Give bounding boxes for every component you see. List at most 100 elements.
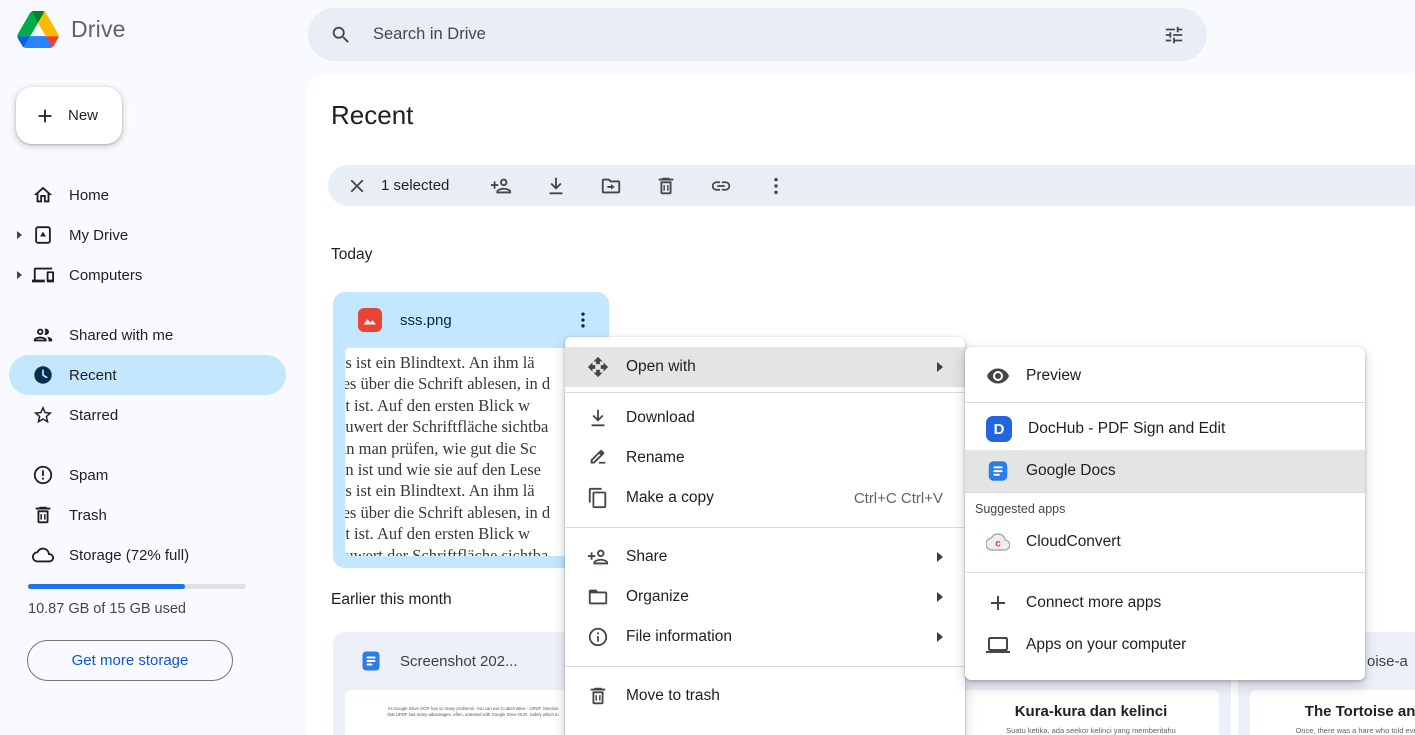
trash-button[interactable] [638,166,693,206]
submenu-item-cloudconvert[interactable]: c CloudConvert [965,521,1365,563]
menu-separator [965,572,1365,573]
file-thumbnail: Kura-kura dan kelinci Suatu ketika, ada … [963,690,1219,735]
submenu-item-dochub[interactable]: D DocHub - PDF Sign and Edit [965,408,1365,450]
sidebar-item-label: Trash [69,507,107,524]
file-thumbnail: As Google Drive OCR has so many problems… [345,690,601,735]
new-button-label: New [68,107,98,124]
selection-toolbar: 1 selected [328,165,1415,206]
folder-move-icon [600,175,622,197]
menu-item-file-information[interactable]: File information [565,617,965,657]
download-icon [586,406,610,430]
submenu-item-preview[interactable]: Preview [965,355,1365,397]
submenu-arrow-icon [937,632,943,642]
laptop-icon [986,633,1010,657]
clock-icon [32,364,54,386]
people-icon [32,324,54,346]
get-more-storage-button[interactable]: Get more storage [27,640,233,681]
trash-icon [655,175,677,197]
move-button[interactable] [583,166,638,206]
sidebar-item-label: Shared with me [69,327,173,344]
section-earlier-this-month: Earlier this month [331,591,452,609]
sidebar-item-label: My Drive [69,227,128,244]
more-actions-button[interactable] [748,166,803,206]
folder-open-icon [586,585,610,609]
menu-item-organize[interactable]: Organize [565,577,965,617]
sidebar-nav-system: Spam Trash Storage (72% full) [9,455,286,575]
plus-icon [986,591,1010,615]
search-icon[interactable] [330,24,352,46]
sidebar-item-starred[interactable]: Starred [9,395,286,435]
trash-icon [32,504,54,526]
sidebar-item-computers[interactable]: Computers [9,255,286,295]
submenu-item-connect-more-apps[interactable]: Connect more apps [965,582,1365,624]
drive-logo-icon [17,11,59,48]
sidebar-item-trash[interactable]: Trash [9,495,286,535]
menu-separator [565,527,965,528]
sidebar-nav-primary: Home My Drive Computers [9,175,286,295]
download-icon [545,175,567,197]
download-button[interactable] [528,166,583,206]
link-icon [710,175,732,197]
file-thumbnail: The Tortoise and the Once, there was a h… [1250,690,1415,735]
menu-separator [565,392,965,393]
submenu-arrow-icon [937,552,943,562]
submenu-item-google-docs[interactable]: Google Docs [965,450,1365,492]
shortcut-label: Ctrl+C Ctrl+V [854,490,943,507]
menu-separator [965,492,1365,493]
submenu-item-apps-on-your-computer[interactable]: Apps on your computer [965,624,1365,666]
sidebar-item-label: Recent [69,367,117,384]
new-button[interactable]: New [16,87,122,144]
plus-icon [34,105,56,127]
get-link-button[interactable] [693,166,748,206]
image-file-icon [357,307,383,333]
sidebar-item-storage[interactable]: Storage (72% full) [9,535,286,575]
copy-icon [586,486,610,510]
close-icon [346,175,368,197]
selected-count: 1 selected [381,177,449,194]
app-title: Drive [71,16,126,43]
submenu-arrow-icon [937,592,943,602]
context-menu: Open with Download Rename Make a copy Ct… [565,337,965,735]
eye-icon [986,364,1010,388]
expand-chevron-icon[interactable] [17,271,22,279]
person-add-icon [490,175,512,197]
search-input[interactable] [371,24,1163,45]
menu-separator [565,666,965,667]
file-name: Screenshot 202... [400,653,518,670]
menu-item-open-with[interactable]: Open with [565,347,965,387]
clear-selection-button[interactable] [339,168,375,204]
sidebar-item-home[interactable]: Home [9,175,286,215]
sidebar-item-recent[interactable]: Recent [9,355,286,395]
docs-file-icon [359,649,383,673]
sidebar-item-spam[interactable]: Spam [9,455,286,495]
sidebar-item-label: Starred [69,407,118,424]
expand-chevron-icon[interactable] [17,231,22,239]
sidebar-item-my-drive[interactable]: My Drive [9,215,286,255]
my-drive-icon [32,224,54,246]
storage-usage-text: 10.87 GB of 15 GB used [28,601,186,617]
computers-icon [32,264,54,286]
cloudconvert-icon: c [986,530,1010,554]
file-name-fragment: oise-a [1367,653,1408,670]
page-title: Recent [331,100,413,131]
trash-icon [586,684,610,708]
search-filters-icon[interactable] [1163,24,1185,46]
sidebar-nav-shared: Shared with me Recent Starred [9,315,286,435]
star-icon [32,404,54,426]
menu-item-make-a-copy[interactable]: Make a copy Ctrl+C Ctrl+V [565,478,965,518]
sidebar-item-shared-with-me[interactable]: Shared with me [9,315,286,355]
rename-pencil-icon [586,446,610,470]
menu-item-share[interactable]: Share [565,537,965,577]
kebab-icon [765,175,787,197]
open-with-submenu: Preview D DocHub - PDF Sign and Edit Goo… [965,347,1365,680]
share-button[interactable] [473,166,528,206]
submenu-arrow-icon [937,362,943,372]
cloud-icon [32,544,54,566]
storage-progress-bar [28,584,246,589]
menu-item-download[interactable]: Download [565,398,965,438]
menu-item-move-to-trash[interactable]: Move to trash [565,676,965,716]
sidebar-item-label: Storage (72% full) [69,547,189,564]
menu-item-rename[interactable]: Rename [565,438,965,478]
file-kebab-button[interactable] [567,304,599,336]
info-icon [586,625,610,649]
